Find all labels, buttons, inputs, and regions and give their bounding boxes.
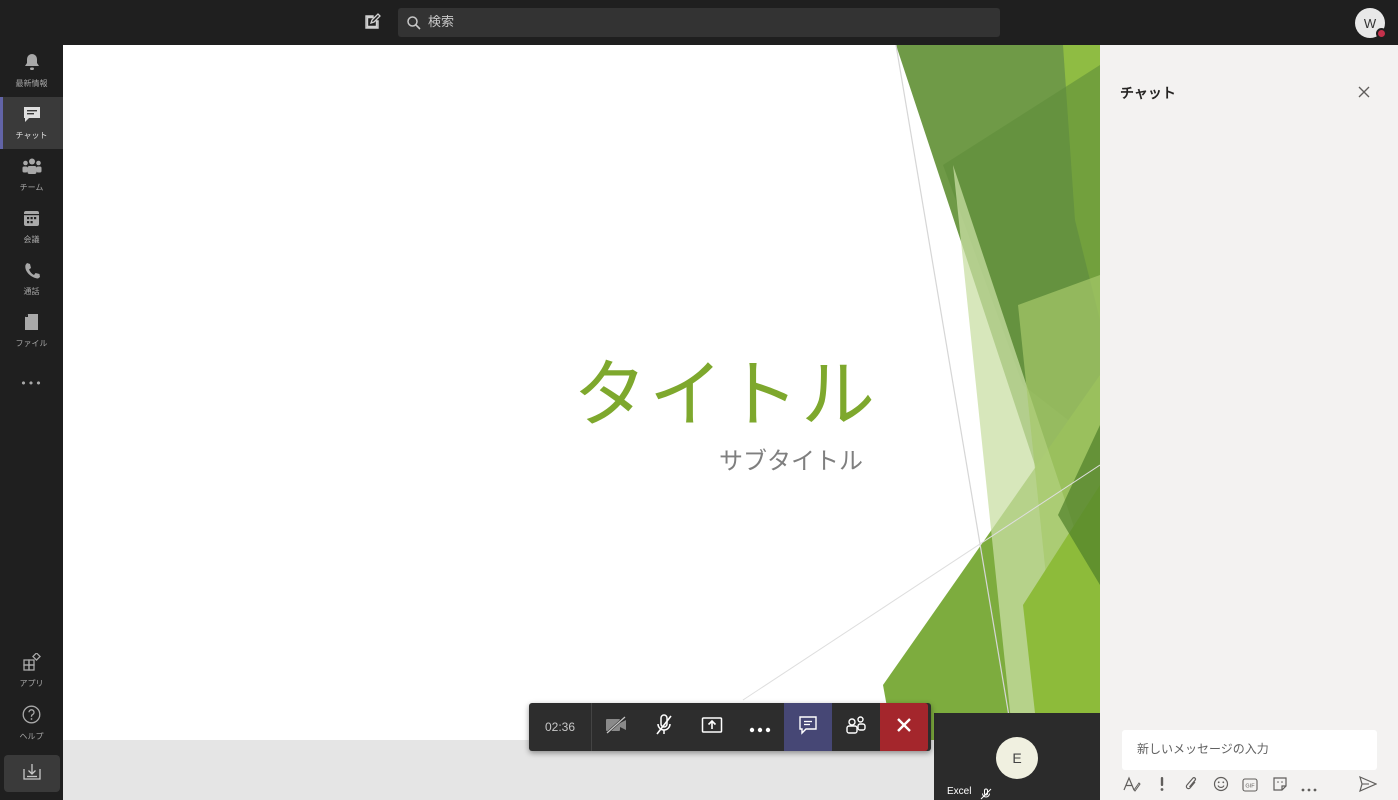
camera-toggle-button[interactable]: [592, 703, 640, 751]
send-button[interactable]: [1358, 775, 1378, 796]
mic-toggle-button[interactable]: [640, 703, 688, 751]
rail-item-label: アプリ: [19, 679, 44, 688]
call-controls-bar: 02:36: [529, 703, 931, 751]
more-icon: [1301, 777, 1317, 796]
send-icon: [1359, 775, 1378, 796]
search-icon: [406, 15, 422, 31]
sticker-button[interactable]: [1270, 776, 1290, 796]
rail-item-label: ファイル: [15, 339, 48, 348]
hang-up-button[interactable]: [880, 703, 928, 751]
top-bar: W: [0, 0, 1398, 45]
gif-icon: GIF: [1242, 777, 1258, 796]
participant-avatar: E: [996, 737, 1038, 779]
chat-icon: [23, 106, 41, 127]
rail-item-label: 最新情報: [15, 79, 48, 88]
rail-item-label: チーム: [19, 182, 44, 192]
emoji-icon: [1213, 776, 1229, 796]
mark-important-button[interactable]: [1152, 776, 1172, 796]
format-icon: [1123, 776, 1141, 796]
more-options-button[interactable]: [1299, 776, 1319, 796]
file-icon: [24, 313, 39, 335]
call-timer: 02:36: [529, 703, 592, 751]
rail-more-button[interactable]: •••: [0, 357, 63, 409]
close-chat-button[interactable]: [1357, 84, 1371, 98]
teams-icon: [22, 158, 42, 179]
search-bar[interactable]: [398, 8, 1000, 37]
new-chat-icon[interactable]: [362, 12, 382, 32]
rail-item-label: 通話: [23, 286, 40, 296]
meeting-stage: タイトル サブタイトル E Excel: [63, 45, 1100, 800]
avatar-initial: W: [1363, 15, 1377, 31]
attach-button[interactable]: [1181, 776, 1201, 796]
rail-item-label: ヘルプ: [19, 731, 44, 741]
more-actions-button[interactable]: [736, 703, 784, 751]
rail-item-teams[interactable]: チーム: [0, 149, 63, 201]
phone-icon: [24, 262, 40, 283]
muted-mic-icon: [980, 785, 992, 800]
people-icon: [845, 715, 867, 739]
svg-text:GIF: GIF: [1245, 783, 1255, 789]
help-icon: [22, 705, 41, 728]
gif-button[interactable]: GIF: [1240, 776, 1260, 796]
rail-item-apps[interactable]: アプリ: [0, 645, 63, 697]
more-icon: •••: [20, 376, 43, 390]
rail-item-help[interactable]: ヘルプ: [0, 697, 63, 749]
rail-item-calls[interactable]: 通話: [0, 253, 63, 305]
message-input[interactable]: [1122, 730, 1377, 768]
more-icon: [749, 718, 771, 737]
rail-item-chat[interactable]: チャット: [0, 97, 63, 149]
show-participants-button[interactable]: [832, 703, 880, 751]
apps-icon: [22, 652, 41, 675]
presence-busy-indicator: [1376, 28, 1387, 39]
important-icon: [1159, 776, 1165, 796]
share-screen-button[interactable]: [688, 703, 736, 751]
rail-item-label: チャット: [15, 130, 48, 140]
attach-icon: [1184, 776, 1198, 796]
chat-pane-title: チャット: [1120, 86, 1176, 102]
participant-name: Excel: [947, 786, 972, 797]
shared-slide: タイトル サブタイトル: [63, 45, 1100, 740]
participant-tile[interactable]: E Excel: [934, 713, 1100, 800]
emoji-button[interactable]: [1211, 776, 1231, 796]
bell-icon: [24, 53, 40, 75]
download-app-button[interactable]: [4, 755, 60, 792]
message-compose-box[interactable]: [1122, 730, 1377, 770]
search-input[interactable]: [428, 15, 988, 30]
download-icon: [22, 763, 42, 785]
slide-title: タイトル: [573, 352, 877, 438]
share-tray-icon: [701, 715, 723, 739]
chat-icon: [798, 715, 818, 739]
rail-item-activity[interactable]: 最新情報: [0, 45, 63, 97]
show-chat-button[interactable]: [784, 703, 832, 751]
compose-toolbar: GIF: [1122, 776, 1378, 796]
close-icon: [896, 717, 912, 737]
rail-item-meetings[interactable]: 会議: [0, 201, 63, 253]
close-icon: [1357, 84, 1371, 98]
chat-pane: チャット GIF: [1100, 45, 1398, 800]
mic-off-icon: [654, 714, 674, 740]
calendar-icon: [23, 210, 40, 231]
sticker-icon: [1272, 776, 1288, 796]
rail-item-label: 会議: [23, 234, 40, 244]
camera-off-icon: [604, 716, 628, 738]
slide-subtitle: サブタイトル: [719, 447, 863, 475]
user-avatar[interactable]: W: [1355, 8, 1387, 39]
rail-item-files[interactable]: ファイル: [0, 305, 63, 357]
app-rail: 最新情報 チャット チーム 会議 通話 ファイル ••• アプリ ヘルプ: [0, 45, 63, 800]
format-button[interactable]: [1122, 776, 1142, 796]
